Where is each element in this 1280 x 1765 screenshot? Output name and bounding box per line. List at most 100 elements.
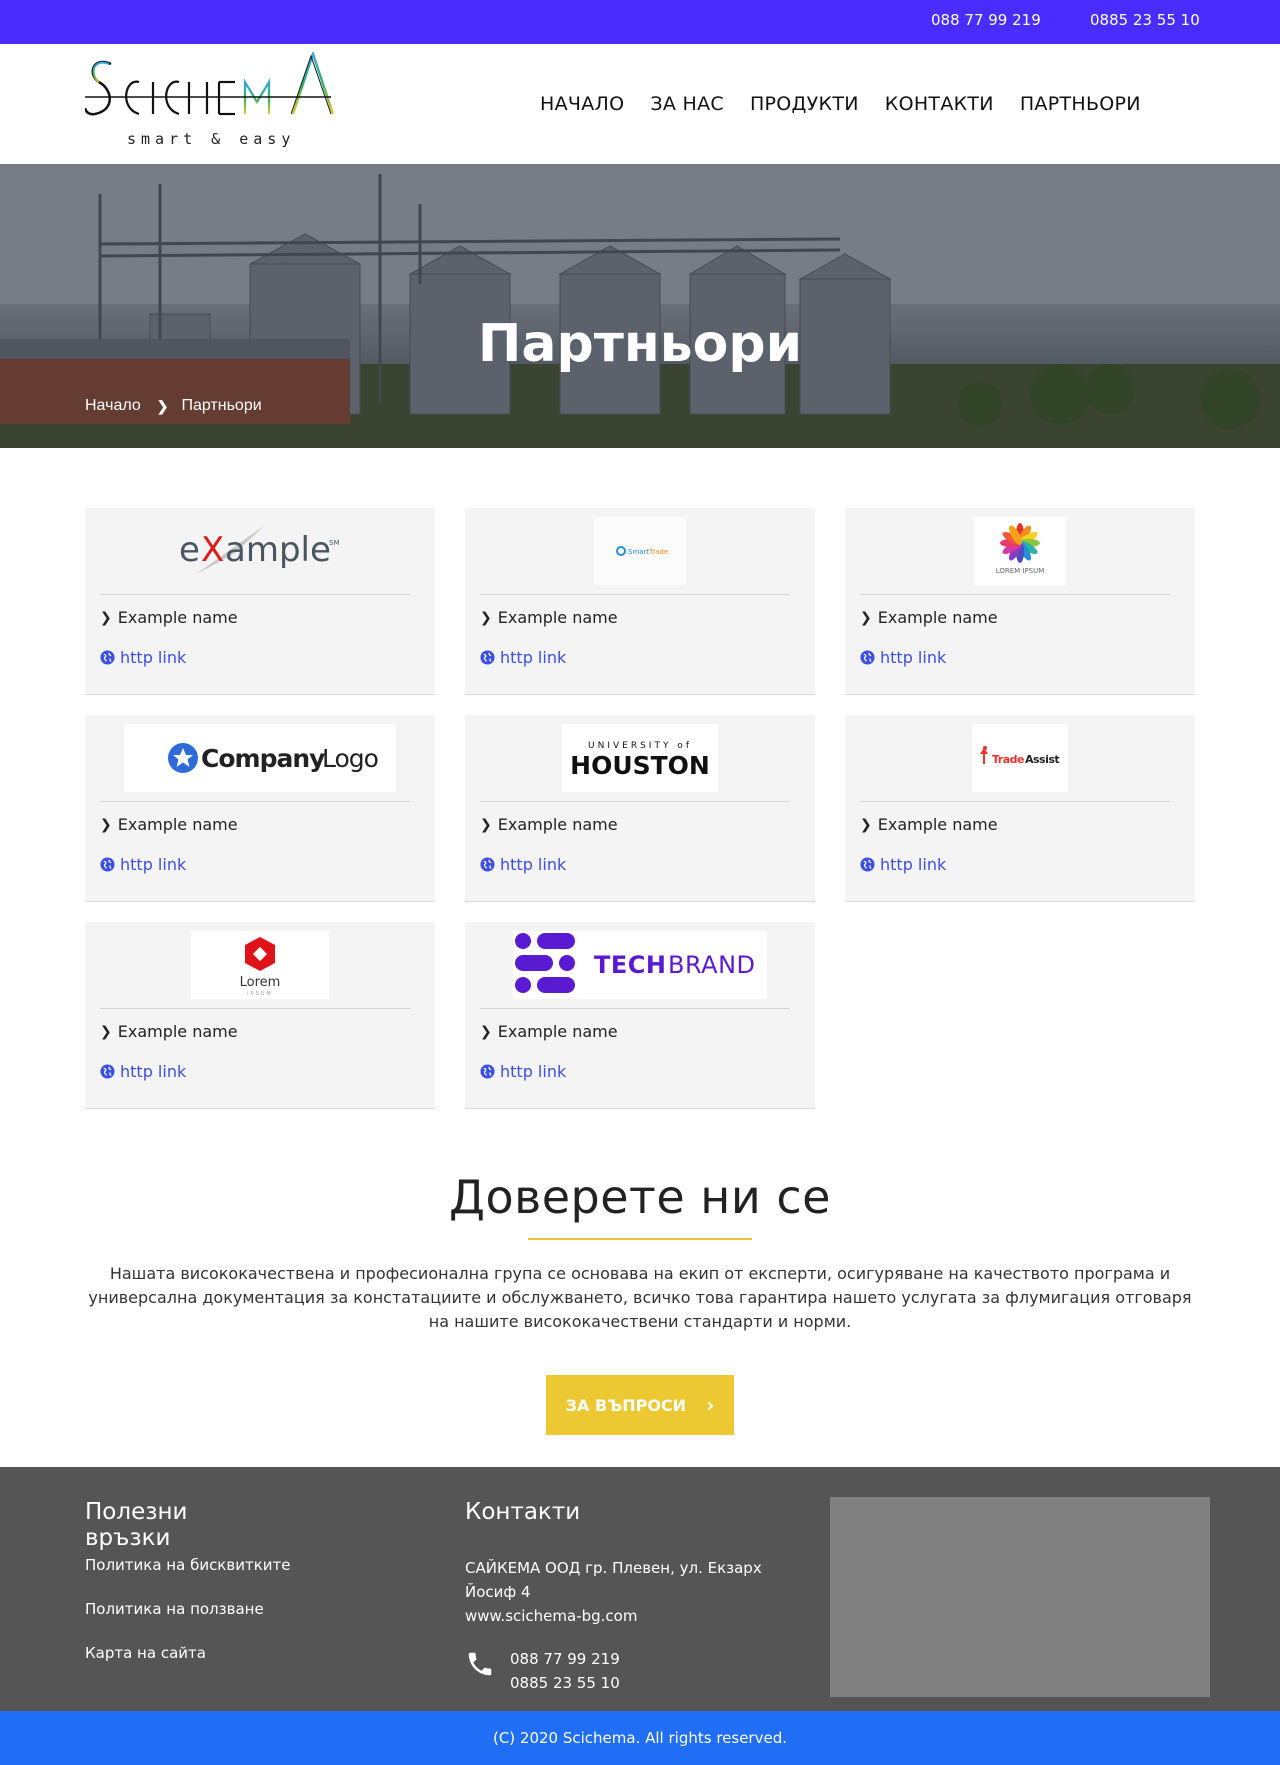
footer-phone-1[interactable]: 088 77 99 219 (510, 1647, 620, 1671)
partner-name-text: Example name (877, 815, 998, 834)
copyright-bar: (C) 2020 Scichema. All rights reserved. (0, 1711, 1280, 1765)
partner-name-text: Example name (497, 608, 618, 627)
topbar-phone-2[interactable]: 0885 23 55 10 (1090, 11, 1200, 29)
chevron-right-icon: ❯ (480, 609, 492, 626)
footer-links-title: Полезни връзки (85, 1499, 188, 1551)
footer-phones: 088 77 99 219 0885 23 55 10 (465, 1647, 620, 1695)
svg-text:Logo: Logo (322, 744, 378, 773)
partner-link[interactable]: http link (480, 1062, 566, 1081)
svg-text:BRAND: BRAND (668, 951, 756, 979)
partner-link-text[interactable]: http link (120, 648, 186, 667)
partner-name-text: Example name (497, 1022, 618, 1041)
footer-phone-2[interactable]: 0885 23 55 10 (510, 1671, 620, 1695)
partner-link[interactable]: http link (100, 855, 186, 874)
partner-card: UNIVERSITY of HOUSTON ❯ Example name http… (465, 715, 815, 902)
partner-name-text: Example name (497, 815, 618, 834)
globe-icon (480, 857, 495, 872)
partner-link[interactable]: http link (100, 648, 186, 667)
globe-icon (100, 857, 115, 872)
footer-link-terms[interactable]: Политика на ползване (85, 1600, 264, 1618)
breadcrumb-current: Партньори (181, 397, 262, 414)
svg-text:Lorem: Lorem (240, 975, 281, 990)
partner-card: TECH BRAND ❯ Example name http link (465, 922, 815, 1109)
globe-icon (100, 1064, 115, 1079)
partner-logo-box: UNIVERSITY of HOUSTON (465, 724, 815, 792)
website-link[interactable]: www.scichema-bg.com (465, 1604, 795, 1628)
chevron-right-icon: ❯ (860, 816, 872, 833)
nav-partners[interactable]: ПАРТНЬОРИ (1020, 93, 1141, 115)
hero-banner: Партньори Начало ❯ Партньори (0, 164, 1280, 448)
nav-home[interactable]: НАЧАЛО (540, 93, 624, 115)
svg-text:Smart: Smart (628, 548, 649, 556)
chevron-right-icon: ❯ (860, 609, 872, 626)
partner-link-text[interactable]: http link (500, 1062, 566, 1081)
chevron-right-icon: ❯ (480, 816, 492, 833)
card-divider (480, 594, 790, 595)
partner-name: ❯ Example name (860, 608, 998, 627)
svg-text:Trade: Trade (992, 753, 1024, 766)
partner-link[interactable]: http link (480, 648, 566, 667)
footer-link-sitemap[interactable]: Карта на сайта (85, 1644, 206, 1662)
nav-contacts[interactable]: КОНТАКТИ (885, 93, 994, 115)
svg-text:TECH: TECH (594, 951, 666, 979)
partner-card: Trade Assist ❯ Example name http link (845, 715, 1195, 902)
footer-address: САЙКЕМА ООД гр. Плевен, ул. Екзарх Йосиф… (465, 1556, 795, 1628)
globe-icon (480, 1064, 495, 1079)
example-logo[interactable]: e X ample SM (175, 517, 345, 585)
chevron-right-icon: ❯ (100, 816, 112, 833)
breadcrumb-home[interactable]: Начало (85, 397, 141, 415)
partner-card: Lorem IPSUM ❯ Example name http link (85, 922, 435, 1109)
partner-card: e X ample SM ❯ Example name http link (85, 508, 435, 695)
partner-link-text[interactable]: http link (120, 1062, 186, 1081)
address-text: САЙКЕМА ООД гр. Плевен, ул. Екзарх Йосиф… (465, 1559, 762, 1601)
partner-link-text[interactable]: http link (500, 648, 566, 667)
questions-button-label[interactable]: ЗА ВЪПРОСИ (566, 1396, 686, 1415)
svg-text:HOUSTON: HOUSTON (570, 751, 710, 780)
tradeassist-logo[interactable]: Trade Assist (972, 724, 1068, 792)
card-divider (100, 1008, 410, 1009)
partner-name: ❯ Example name (100, 1022, 238, 1041)
partner-link-text[interactable]: http link (880, 855, 946, 874)
footer-contacts-title: Контакти (465, 1499, 581, 1525)
card-divider (860, 801, 1170, 802)
main-nav: НАЧАЛО ЗА НАС ПРОДУКТИ КОНТАКТИ ПАРТНЬОР… (540, 93, 1167, 115)
chevron-right-icon: ❯ (100, 609, 112, 626)
globe-icon (860, 650, 875, 665)
partner-card: Smart Trade ❯ Example name http link (465, 508, 815, 695)
card-divider (480, 1008, 790, 1009)
lorem-ipsum-flower-logo[interactable]: LOREM IPSUM (974, 517, 1066, 585)
footer-link-cookies[interactable]: Политика на бисквитките (85, 1556, 290, 1574)
nav-about[interactable]: ЗА НАС (650, 93, 724, 115)
chevron-right-icon: ❯ (156, 397, 169, 414)
card-divider (100, 801, 410, 802)
scichema-logo[interactable]: smart & easy (85, 52, 335, 156)
nav-products[interactable]: ПРОДУКТИ (750, 93, 859, 115)
svg-text:SM: SM (329, 539, 339, 547)
techbrand-logo[interactable]: TECH BRAND (513, 931, 767, 999)
phone-icon (468, 1652, 492, 1676)
partner-name-text: Example name (117, 815, 238, 834)
svg-text:ample: ample (225, 530, 331, 570)
companylogo-logo[interactable]: Company Logo (124, 724, 396, 792)
lorem-ipsum-red-logo[interactable]: Lorem IPSUM (191, 931, 329, 999)
university-houston-logo[interactable]: UNIVERSITY of HOUSTON (562, 724, 718, 792)
questions-button[interactable]: ЗА ВЪПРОСИ › (546, 1375, 734, 1435)
top-bar: 088 77 99 219 0885 23 55 10 (0, 0, 1280, 44)
partner-link[interactable]: http link (480, 855, 566, 874)
topbar-phone-1[interactable]: 088 77 99 219 (931, 11, 1041, 29)
svg-text:e: e (179, 530, 200, 570)
partner-link-text[interactable]: http link (500, 855, 566, 874)
chevron-right-icon: › (706, 1393, 715, 1417)
map-placeholder[interactable] (830, 1497, 1210, 1697)
partner-link[interactable]: http link (860, 648, 946, 667)
partner-logo-box: LOREM IPSUM (845, 517, 1195, 585)
partner-link[interactable]: http link (860, 855, 946, 874)
site-footer: Полезни връзки Политика на бисквитките П… (0, 1467, 1280, 1711)
site-header: smart & easy НАЧАЛО ЗА НАС ПРОДУКТИ КОНТ… (0, 44, 1280, 164)
partner-logo-box: Lorem IPSUM (85, 931, 435, 999)
partner-link-text[interactable]: http link (120, 855, 186, 874)
partner-link-text[interactable]: http link (880, 648, 946, 667)
smarttrade-logo[interactable]: Smart Trade (594, 517, 686, 585)
globe-icon (860, 857, 875, 872)
partner-link[interactable]: http link (100, 1062, 186, 1081)
